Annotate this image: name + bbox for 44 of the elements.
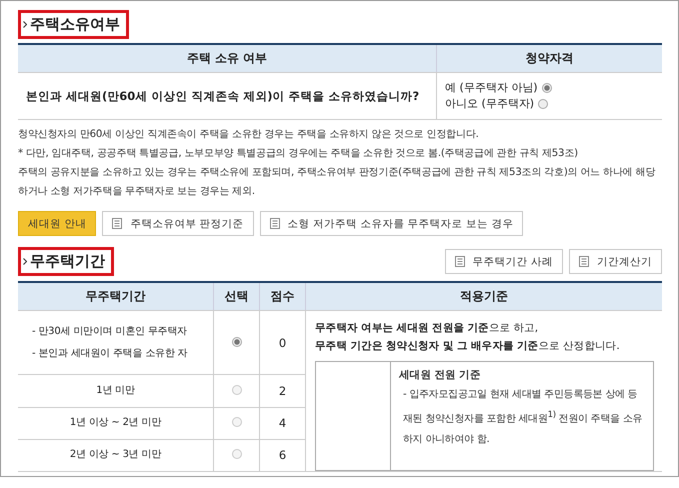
note-text: 청약신청자의 만60세 이상인 직계존속이 주택을 소유한 경우는 주택을 소유하지 않은 것으로 인정합니다. (18, 128, 480, 142)
radio-button[interactable] (232, 449, 242, 460)
criteria-heading: 세대원 전원 기준 (399, 368, 482, 382)
section-title: 무주택기간 (18, 247, 114, 276)
chevron-icon (23, 258, 27, 265)
radio-button[interactable] (542, 83, 552, 93)
option-label: 아니오 (무주택자) (445, 96, 534, 112)
option-label: 예 (무주택자 아님) (445, 80, 538, 96)
question-text: 본인과 세대원(만60세 이상인 직계존속 제외)이 주택을 소유하였습니까? (26, 88, 420, 102)
info-button[interactable]: 무주택기간 사례 (444, 249, 563, 274)
column-header: 무주택기간 (18, 282, 214, 310)
household-guide-button[interactable]: 세대원 안내 (18, 211, 96, 236)
radio-button[interactable] (232, 417, 242, 428)
score-cell: 2 (260, 374, 306, 408)
radio-button[interactable] (232, 336, 242, 347)
period-text: - 만30세 미만이며 미혼인 무주택자 (32, 324, 188, 339)
score-cell: 4 (260, 407, 306, 440)
document-icon (579, 256, 589, 267)
criteria-text: 무주택자 여부는 세대원 전원을 기준으로 하고, (315, 321, 539, 336)
chevron-icon (23, 21, 27, 28)
period-text: 1년 미만 (95, 384, 136, 398)
document-icon (270, 218, 280, 229)
radio-button[interactable] (232, 384, 242, 395)
period-text: 1년 이상 ~ 2년 미만 (68, 416, 162, 430)
column-header: 점수 (260, 282, 306, 310)
document-icon (112, 218, 122, 229)
column-header: 적용기준 (306, 282, 662, 310)
score-cell: 6 (260, 439, 306, 472)
section-title: 주택소유여부 (18, 10, 129, 39)
radio-button[interactable] (538, 99, 548, 109)
criteria-detail: - 입주자모집공고일 현재 세대별 주민등록등본 상에 등재된 청약신청자를 포함한 세대원$^{1)}$ 전원이 주택을 소유하지 아니하여야 함. (402, 388, 644, 448)
period-text: - 본인과 세대원이 주택을 소유한 자 (32, 346, 189, 361)
info-button[interactable]: 소형 저가주택 소유자를 무주택자로 보는 경우 (260, 211, 524, 236)
info-button[interactable]: 기간계산기 (569, 249, 662, 274)
column-header: 청약자격 (436, 44, 662, 72)
note-text: * 다만, 임대주택, 공공주택 특별공급, 노부모부양 특별공급의 경우에는 주택을 소유한 것으로 봄.(주택공급에 관한 규칙 제53조) (18, 147, 579, 161)
document-icon (454, 256, 465, 267)
column-header: 선택 (214, 282, 260, 310)
note-text: 주택의 공유지분을 소유하고 있는 경우는 주택소유에 포함되며, 주택소유여부 판정기준(주택공급에 관한 규칙 제53조의 각호)의 어느 하나에 해당하거나 소형 저가주택을 무주택자로 보는 경우는 제외. (18, 166, 656, 199)
info-button[interactable]: 주택소유여부 판정기준 (102, 211, 254, 236)
period-text: 2년 이상 ~ 3년 미만 (68, 448, 162, 462)
score-cell: 0 (260, 310, 306, 375)
criteria-text: 무주택 기간은 청약신청자 및 그 배우자를 기준으로 산정합니다. (315, 339, 620, 354)
column-header: 주택 소유 여부 (18, 44, 436, 72)
